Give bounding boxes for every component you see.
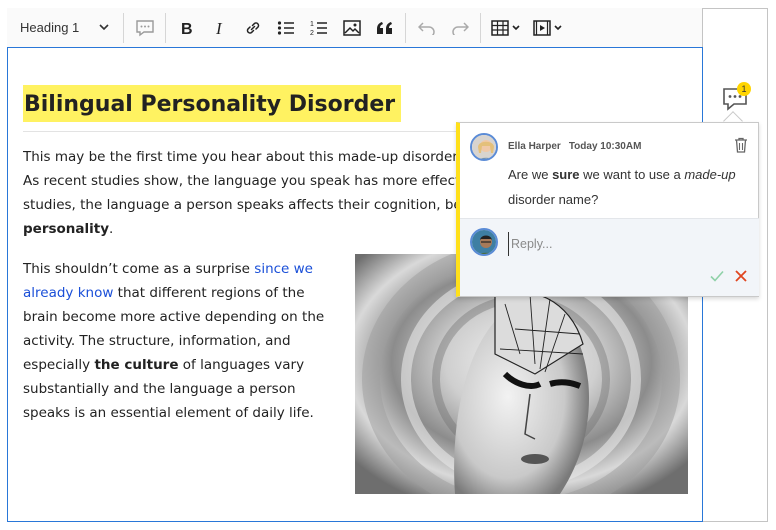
- quote-icon: [376, 21, 392, 34]
- paragraph-text: This shouldn’t come as a surprise: [23, 261, 255, 277]
- insert-media-button[interactable]: [527, 8, 569, 48]
- undo-icon: [417, 21, 435, 35]
- insert-table-button[interactable]: [485, 8, 527, 48]
- paragraph-1-line-3: studies, the language a person speaks af…: [23, 197, 468, 213]
- comment-meta: Ella Harper Today 10:30AM: [508, 141, 641, 152]
- avatar-photo: [472, 230, 496, 254]
- paragraph-1-line-2: As recent studies show, the language you…: [23, 173, 468, 189]
- trash-icon[interactable]: [734, 137, 748, 153]
- paragraph-1-line-4: personality.: [23, 217, 468, 241]
- italic-button[interactable]: I: [203, 8, 236, 48]
- heading-dropdown[interactable]: Heading 1: [7, 8, 119, 48]
- redo-icon: [451, 21, 469, 35]
- reply-input[interactable]: [508, 232, 738, 256]
- comment-icon: [135, 19, 154, 36]
- comment-thread-balloon: Ella Harper Today 10:30AM Are we sure we …: [456, 122, 759, 297]
- avatar-photo: [472, 135, 496, 159]
- bold-text: personality: [23, 221, 110, 237]
- heading-divider: [23, 131, 468, 132]
- comment-text: Are we: [508, 167, 553, 182]
- comment-text: we want to use a: [579, 167, 685, 182]
- current-user-avatar: [470, 228, 498, 256]
- comment-italic-text: made-up: [684, 167, 736, 182]
- svg-text:1: 1: [310, 21, 314, 28]
- cancel-reply-close-icon[interactable]: [733, 268, 749, 284]
- numbered-list-icon: 12: [310, 21, 327, 37]
- numbered-list-button[interactable]: 12: [302, 8, 335, 48]
- paragraph-2[interactable]: This shouldn’t come as a surprise since …: [23, 257, 341, 425]
- undo-button[interactable]: [410, 8, 443, 48]
- chevron-down-icon: [99, 24, 109, 31]
- toolbar-separator: [123, 12, 124, 43]
- reply-area: [460, 218, 759, 296]
- author-avatar: [470, 133, 498, 161]
- comment-count-badge: 1: [737, 82, 751, 96]
- paragraph-1[interactable]: This may be the first time you hear abou…: [23, 145, 468, 241]
- document-heading[interactable]: Bilingual Personality Disorder: [23, 85, 402, 122]
- svg-text:I: I: [215, 20, 223, 36]
- link-button[interactable]: [236, 8, 269, 48]
- bold-button[interactable]: B: [170, 8, 203, 48]
- bold-icon: B: [181, 21, 193, 36]
- comment-button[interactable]: [128, 8, 161, 48]
- comment-bold-text: sure: [552, 167, 580, 182]
- toolbar-separator: [480, 12, 481, 43]
- insert-image-button[interactable]: [335, 8, 368, 48]
- comment-time: Today 10:30AM: [568, 141, 642, 152]
- comment-author: Ella Harper: [508, 141, 561, 152]
- table-icon: [491, 19, 520, 36]
- toolbar-separator: [405, 12, 406, 43]
- image-icon: [342, 19, 361, 36]
- comment-body: Are we sure we want to use a made-up dis…: [508, 162, 738, 212]
- bold-text: the culture: [94, 357, 179, 373]
- bulleted-list-icon: [277, 20, 294, 35]
- block-quote-button[interactable]: [368, 8, 401, 48]
- italic-icon: I: [215, 20, 223, 36]
- submit-reply-check-icon[interactable]: [709, 268, 725, 284]
- bulleted-list-button[interactable]: [269, 8, 302, 48]
- paragraph-text: .: [109, 221, 114, 237]
- svg-text:B: B: [181, 21, 193, 36]
- toolbar-separator: [165, 12, 166, 43]
- link-icon: [246, 21, 259, 34]
- heading-dropdown-label: Heading 1: [20, 20, 80, 35]
- media-icon: [533, 19, 562, 36]
- svg-text:2: 2: [310, 30, 314, 37]
- editor-toolbar: Heading 1 B I 12: [7, 8, 703, 48]
- paragraph-1-line-1: This may be the first time you hear abou…: [23, 149, 468, 165]
- redo-button[interactable]: [443, 8, 476, 48]
- comment-text: disorder name?: [508, 192, 599, 207]
